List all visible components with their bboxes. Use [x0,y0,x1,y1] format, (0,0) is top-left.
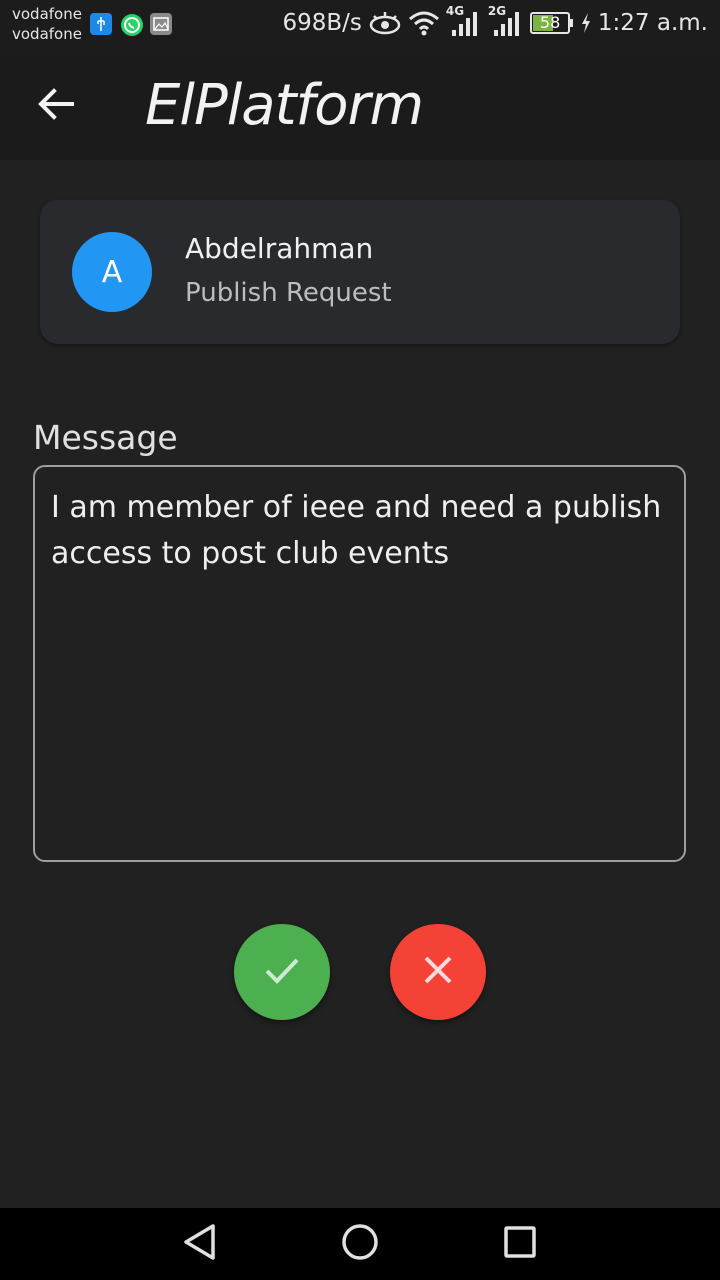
check-icon [262,950,302,994]
status-bar: vodafone vodafone 698B/s 4G 2G 58 1:27 a… [0,0,720,52]
screen: vodafone vodafone 698B/s 4G 2G 58 1:27 a… [0,0,720,1280]
carrier-label-1: vodafone [12,5,82,23]
carrier-info: vodafone vodafone [12,4,82,44]
message-label: Message [33,418,178,457]
nav-back-button[interactable] [180,1224,220,1264]
battery-level: 58 [539,13,561,32]
arrow-left-icon [36,84,76,128]
back-button[interactable] [28,78,84,134]
system-nav-bar [0,1208,720,1280]
notification-icons [90,13,172,36]
triangle-back-icon [180,1222,220,1266]
nav-recents-button[interactable] [500,1224,540,1264]
charging-icon [580,11,592,35]
avatar: A [72,232,152,312]
app-bar: ElPlatform [0,52,720,160]
requester-name: Abdelrahman [185,232,374,265]
clock: 1:27 a.m. [597,10,708,36]
eye-icon [368,10,402,36]
signal-icon-1: 4G [446,4,482,38]
usb-icon [90,13,112,35]
message-text: I am member of ieee and need a publish a… [51,490,671,571]
whatsapp-icon [120,13,143,36]
battery-icon: 58 [529,11,574,35]
app-title: ElPlatform [145,73,424,138]
square-recents-icon [500,1222,540,1266]
carrier-label-2: vodafone [12,25,82,43]
approve-button[interactable] [234,924,330,1020]
status-indicators: 698B/s 4G 2G 58 1:27 a.m. [282,4,708,38]
close-icon [420,952,456,992]
circle-home-icon [340,1222,380,1266]
message-field[interactable]: I am member of ieee and need a publish a… [33,465,686,862]
reject-button[interactable] [390,924,486,1020]
nav-home-button[interactable] [340,1224,380,1264]
wifi-icon [408,10,440,36]
signal-icon-2: 2G [488,4,524,38]
request-type: Publish Request [185,278,392,308]
net-speed: 698B/s [282,10,362,36]
request-card: A Abdelrahman Publish Request [40,200,680,344]
gallery-icon [150,13,172,35]
